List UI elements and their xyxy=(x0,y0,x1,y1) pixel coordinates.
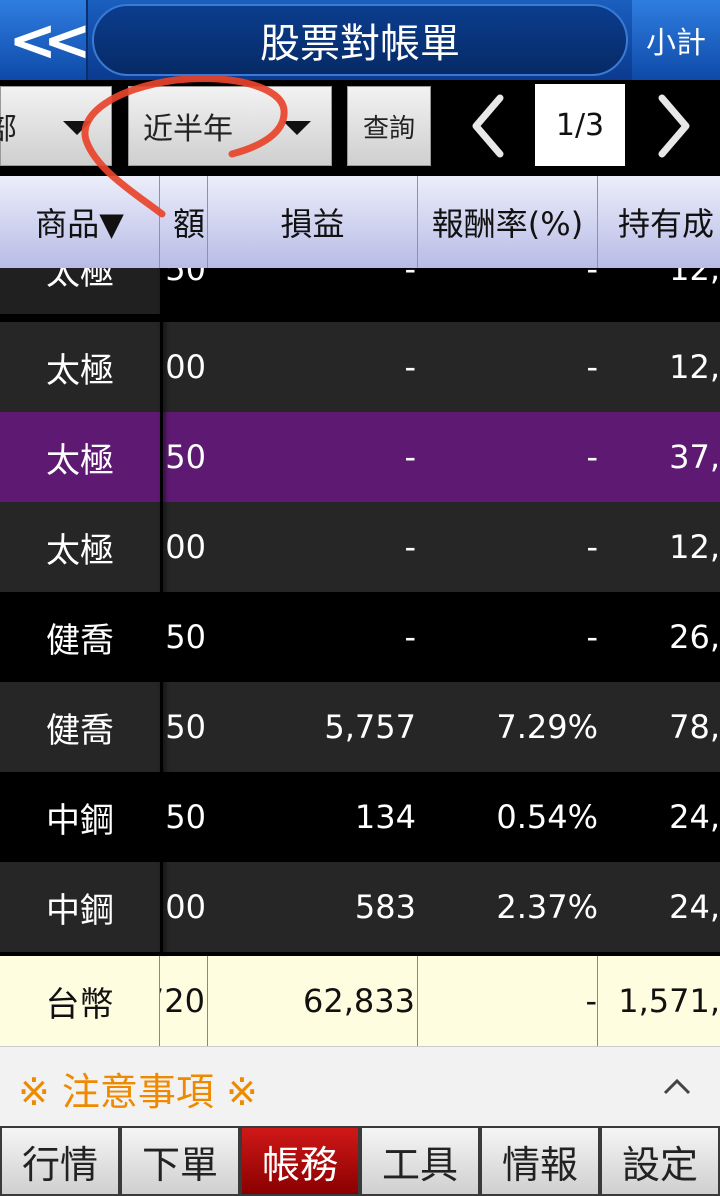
product-name: 太極 xyxy=(0,412,160,502)
amount-cell: 50 xyxy=(165,708,206,746)
dropdown-arrow-icon xyxy=(63,121,91,135)
amount-cell: 00 xyxy=(165,528,206,566)
total-amount-cell: 720 xyxy=(160,956,208,1046)
holding-cost-cell: 12, xyxy=(669,528,720,566)
total-holding-cost-cell: 1,571, xyxy=(618,982,720,1020)
period-dropdown[interactable]: 近半年 xyxy=(128,86,332,166)
total-profit-loss-cell: 62,833 xyxy=(208,956,418,1046)
holding-cost-cell: 12, xyxy=(669,348,720,386)
return-rate-cell: 7.29% xyxy=(496,708,598,746)
table-row-selected[interactable]: 太極 50 - - 37, xyxy=(0,412,720,502)
profit-loss-cell: - xyxy=(404,528,416,566)
page-title: 股票對帳單 xyxy=(92,4,628,76)
tab-order[interactable]: 下單 xyxy=(122,1128,238,1194)
tab-quotes[interactable]: 行情 xyxy=(2,1128,118,1194)
holding-cost-cell: 37, xyxy=(669,438,720,476)
holding-cost-cell: 12, xyxy=(669,268,720,288)
amount-cell: 00 xyxy=(165,888,206,926)
return-rate-cell: 0.54% xyxy=(496,798,598,836)
table-header: 商品▼ 額 損益 報酬率(%) 持有成 xyxy=(0,176,720,268)
table-row[interactable]: 太極 00 - - 12, xyxy=(0,322,720,412)
profit-loss-cell: - xyxy=(404,348,416,386)
return-rate-cell: - xyxy=(586,618,598,656)
table-row[interactable]: 健喬 50 - - 26, xyxy=(0,592,720,682)
chevron-right-icon[interactable] xyxy=(652,94,696,158)
holding-cost-cell: 78, xyxy=(669,708,720,746)
query-button[interactable]: 查詢 xyxy=(347,86,431,166)
column-header-profit-loss[interactable]: 損益 xyxy=(208,176,418,268)
profit-loss-cell: 583 xyxy=(354,888,416,926)
profit-loss-cell: 134 xyxy=(354,798,416,836)
table-row[interactable]: 中鋼 00 583 2.37% 24, xyxy=(0,862,720,952)
return-rate-cell: - xyxy=(586,528,598,566)
table-row[interactable]: 太極 50 - - 12, xyxy=(0,268,720,314)
table-row[interactable]: 中鋼 50 134 0.54% 24, xyxy=(0,772,720,862)
product-name: 中鋼 xyxy=(0,772,160,862)
tab-settings[interactable]: 設定 xyxy=(602,1128,718,1194)
period-value: 近半年 xyxy=(143,112,233,147)
notice-title: ※ 注意事項 ※ xyxy=(18,1070,258,1114)
table-row[interactable]: 健喬 50 5,757 7.29% 78, xyxy=(0,682,720,772)
holding-cost-cell: 26, xyxy=(669,618,720,656)
table-row[interactable]: 太極 00 - - 12, xyxy=(0,502,720,592)
category-value: 部 xyxy=(0,112,17,147)
back-button[interactable]: << xyxy=(0,0,92,80)
total-return-rate-cell: - xyxy=(418,956,598,1046)
frozen-column-divider xyxy=(160,268,163,954)
subtotal-button[interactable]: 小計 xyxy=(632,0,720,80)
product-name: 太極 xyxy=(0,502,160,592)
holding-cost-cell: 24, xyxy=(669,798,720,836)
tab-info[interactable]: 情報 xyxy=(482,1128,598,1194)
return-rate-cell: - xyxy=(586,438,598,476)
table-body[interactable]: 太極 50 - - 12, 太極 00 - - 12, 太極 50 - - 37… xyxy=(0,268,720,1046)
column-header-product[interactable]: 商品▼ xyxy=(0,176,160,268)
amount-cell: 50 xyxy=(165,618,206,656)
bottom-nav: 行情 下單 帳務 工具 情報 設定 xyxy=(0,1126,720,1196)
product-name: 健喬 xyxy=(0,592,160,682)
column-header-return-rate[interactable]: 報酬率(%) xyxy=(418,176,598,268)
holding-cost-cell: 24, xyxy=(669,888,720,926)
return-rate-cell: 2.37% xyxy=(496,888,598,926)
double-chevron-left-icon: << xyxy=(8,6,91,74)
amount-cell: 00 xyxy=(165,348,206,386)
tab-accounts[interactable]: 帳務 xyxy=(242,1128,358,1194)
return-rate-cell: - xyxy=(586,348,598,386)
tab-tools[interactable]: 工具 xyxy=(362,1128,478,1194)
currency-label: 台幣 xyxy=(0,956,160,1046)
app-header: << 股票對帳單 小計 xyxy=(0,0,720,80)
product-name: 中鋼 xyxy=(0,862,160,952)
amount-cell: 50 xyxy=(165,798,206,836)
category-dropdown[interactable]: 部 xyxy=(0,86,112,166)
dropdown-arrow-icon xyxy=(283,121,311,135)
page-indicator: 1/3 xyxy=(535,84,625,166)
profit-loss-cell: - xyxy=(404,268,416,288)
filter-bar: 部 近半年 查詢 1/3 xyxy=(0,80,720,176)
total-row: 台幣 720 62,833 - 1,571, xyxy=(0,956,720,1046)
chevron-left-icon[interactable] xyxy=(466,94,510,158)
profit-loss-cell: 5,757 xyxy=(324,708,416,746)
profit-loss-cell: - xyxy=(404,618,416,656)
product-name: 健喬 xyxy=(0,682,160,772)
amount-cell: 50 xyxy=(165,438,206,476)
return-rate-cell: - xyxy=(586,268,598,288)
product-name: 太極 xyxy=(0,268,160,314)
notice-bar[interactable]: ※ 注意事項 ※ xyxy=(0,1046,720,1126)
column-header-amount[interactable]: 額 xyxy=(160,176,208,268)
profit-loss-cell: - xyxy=(404,438,416,476)
product-name: 太極 xyxy=(0,322,160,412)
chevron-up-icon[interactable] xyxy=(662,1071,692,1101)
amount-cell: 50 xyxy=(165,268,206,288)
column-header-holding-cost[interactable]: 持有成 xyxy=(598,176,720,268)
